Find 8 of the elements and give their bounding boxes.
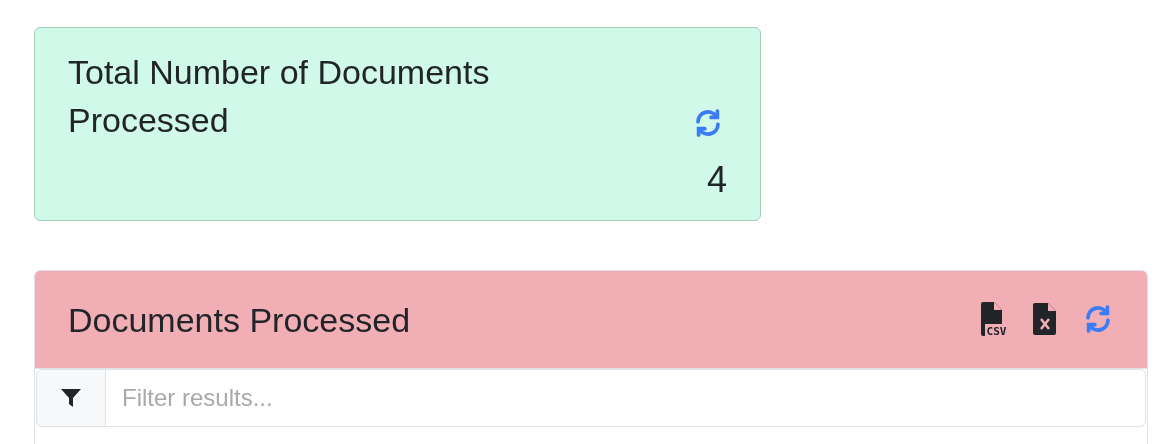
refresh-icon[interactable] — [693, 108, 723, 138]
filter-field[interactable]: Filter results... — [106, 369, 1146, 427]
card-title: Documents Processed — [68, 299, 412, 341]
card-title: Total Number of Documents Processed — [68, 52, 491, 141]
excel-file-icon[interactable] — [1033, 302, 1057, 335]
filter-button[interactable] — [36, 369, 106, 427]
filter-icon — [61, 388, 81, 408]
document-count: 4 — [706, 158, 727, 202]
